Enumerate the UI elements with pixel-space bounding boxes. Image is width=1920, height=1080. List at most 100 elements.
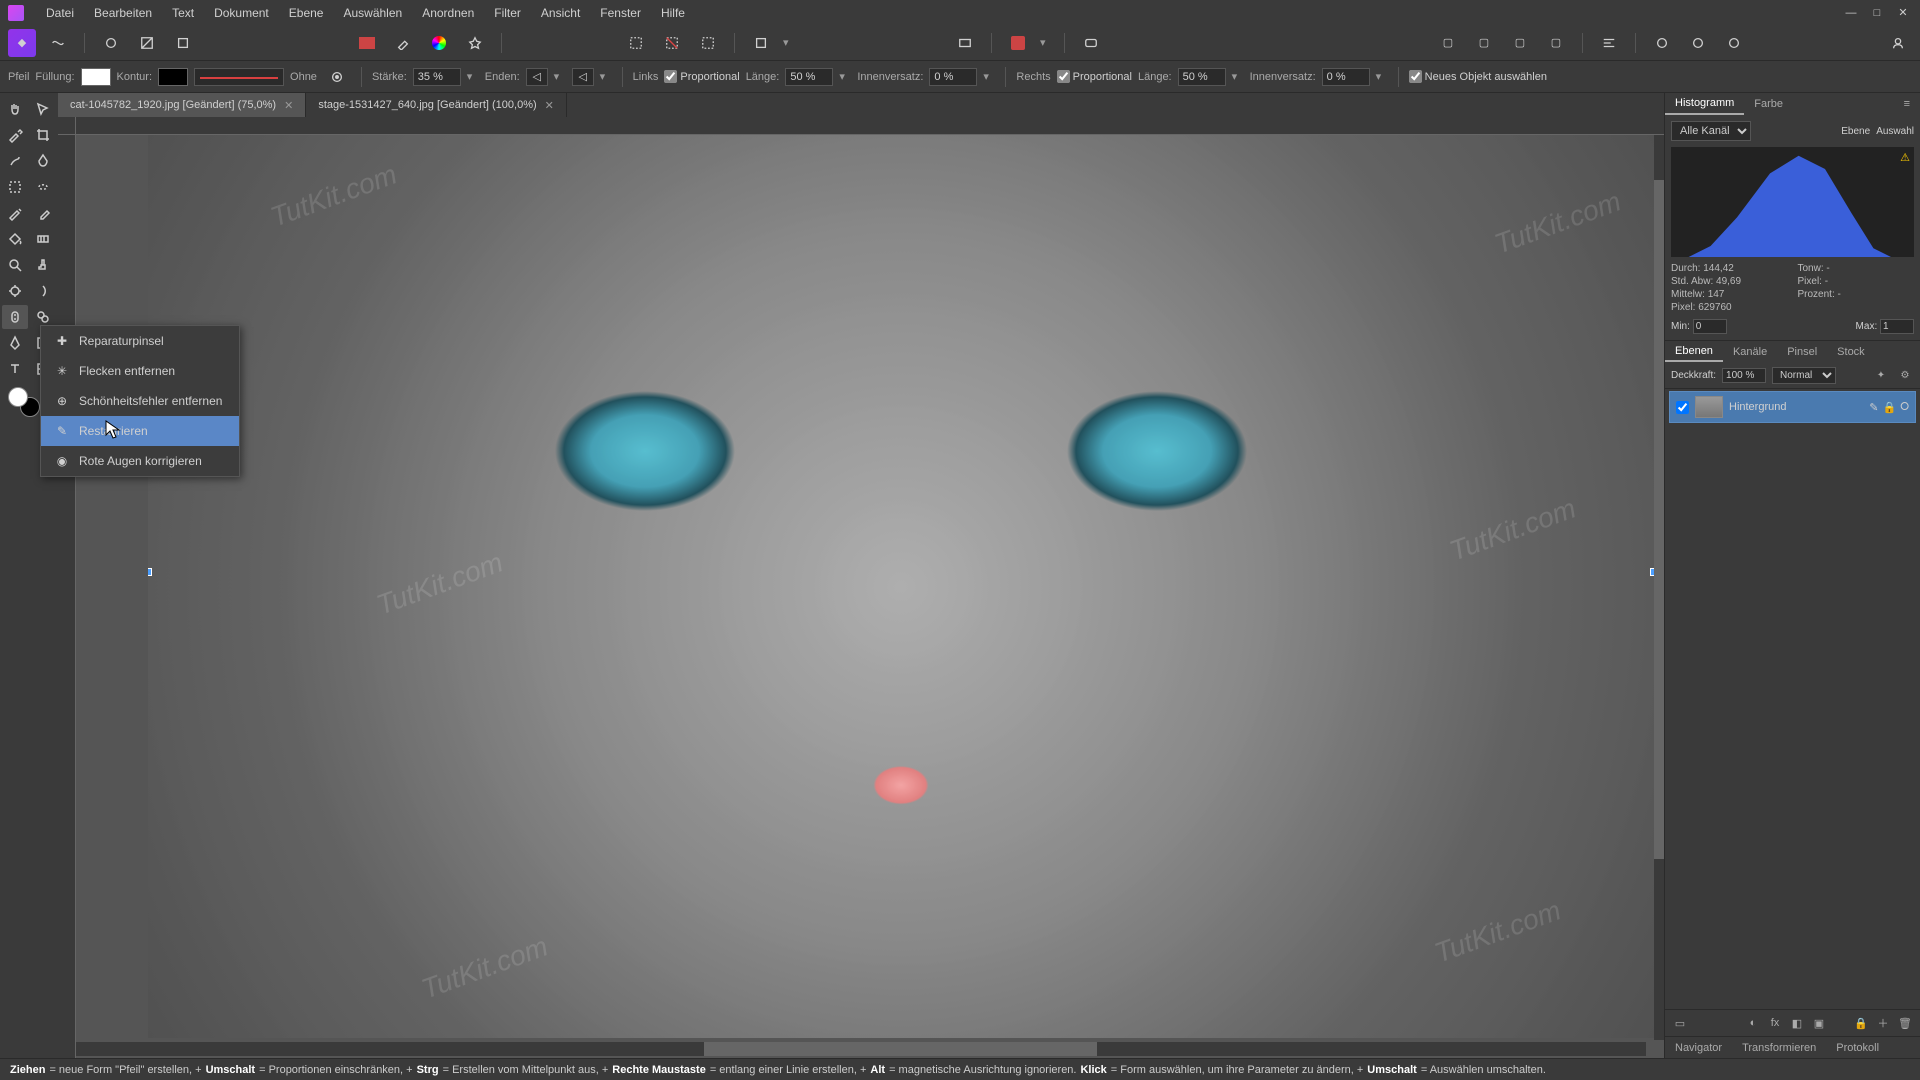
canvas[interactable]: TutKit.com TutKit.com TutKit.com TutKit.… (58, 117, 1664, 1058)
erase-icon[interactable] (30, 201, 56, 225)
crop-ratio-icon[interactable] (951, 29, 979, 57)
histogram-btn-auswahl[interactable]: Auswahl (1876, 126, 1914, 137)
inset-left-input[interactable] (929, 68, 977, 86)
end-style-right[interactable]: ◁ (572, 68, 594, 86)
snap-dropdown-icon[interactable]: ▾ (1040, 36, 1052, 49)
vertical-scrollbar-thumb[interactable] (1654, 180, 1664, 859)
length-right-input[interactable] (1178, 68, 1226, 86)
layer-fx2-icon[interactable]: fx (1766, 1014, 1784, 1032)
window-close-icon[interactable]: ✕ (1894, 4, 1912, 22)
stroke-swatch[interactable] (158, 68, 188, 86)
text-tool-icon[interactable] (2, 357, 28, 381)
arrange-b-icon[interactable]: ▢ (1470, 29, 1498, 57)
document-tab-2-close-icon[interactable]: ✕ (545, 99, 554, 112)
vertical-scrollbar[interactable] (1654, 135, 1664, 1040)
flyout-flecken-entfernen[interactable]: ✳Flecken entfernen (41, 356, 239, 386)
layer-visibility-check[interactable] (1676, 401, 1689, 414)
persona-photo-icon[interactable]: ◆ (8, 29, 36, 57)
account-icon[interactable] (1884, 29, 1912, 57)
quickmask-dropdown-icon[interactable]: ▾ (783, 36, 795, 49)
new-object-check[interactable]: Neues Objekt auswählen (1409, 70, 1547, 83)
histogram-btn-ebene[interactable]: Ebene (1841, 126, 1870, 137)
stroke-preview[interactable] (194, 68, 284, 86)
align-icon[interactable] (1595, 29, 1623, 57)
stamp-tool-icon[interactable] (30, 253, 56, 277)
layer-add-icon[interactable]: ＋ (1874, 1014, 1892, 1032)
layer-fx-icon[interactable]: ✦ (1872, 366, 1890, 384)
ruler-horizontal[interactable] (76, 117, 1664, 135)
snap-icon[interactable] (1004, 29, 1032, 57)
freehand-select-icon[interactable] (30, 175, 56, 199)
arrange-a-icon[interactable]: ▢ (1434, 29, 1462, 57)
export-persona-icon[interactable] (169, 29, 197, 57)
layer-thumbnail[interactable] (1695, 396, 1723, 418)
hist-min-input[interactable] (1693, 319, 1727, 334)
document-tab-1[interactable]: cat-1045782_1920.jpg [Geändert] (75,0%) … (58, 93, 306, 117)
foreground-color-swatch[interactable] (8, 387, 28, 407)
window-maximize-icon[interactable]: □ (1868, 4, 1886, 22)
menu-ansicht[interactable]: Ansicht (531, 6, 590, 20)
blend-mode-select[interactable]: Normal (1772, 367, 1836, 384)
layer-link-icon[interactable]: ⭘ (1900, 401, 1909, 414)
selection-handle-left[interactable] (148, 568, 152, 576)
tab-protokoll[interactable]: Protokoll (1826, 1037, 1889, 1058)
preview-icon[interactable] (1077, 29, 1105, 57)
tab-ebenen[interactable]: Ebenen (1665, 341, 1723, 362)
menu-anordnen[interactable]: Anordnen (412, 6, 484, 20)
length-left-input[interactable] (785, 68, 833, 86)
hand-tool-icon[interactable] (2, 97, 28, 121)
color-wheel-icon[interactable] (425, 29, 453, 57)
flyout-restaurieren[interactable]: ✎Restaurieren (41, 416, 239, 446)
selection-b-icon[interactable] (658, 29, 686, 57)
inset-right-input[interactable] (1322, 68, 1370, 86)
menu-hilfe[interactable]: Hilfe (651, 6, 695, 20)
layer-settings-icon[interactable]: ⚙ (1896, 366, 1914, 384)
horizontal-scrollbar-thumb[interactable] (704, 1042, 1097, 1056)
inset-right-dd-icon[interactable]: ▾ (1376, 70, 1388, 83)
persona-liquify-icon[interactable] (44, 29, 72, 57)
ruler-vertical[interactable] (58, 135, 76, 1058)
document-tab-1-close-icon[interactable]: ✕ (284, 99, 293, 112)
tone-map-icon[interactable] (133, 29, 161, 57)
zoom-tool-icon[interactable] (2, 253, 28, 277)
layer-lock-icon[interactable]: 🔒 (1882, 401, 1896, 414)
proportional-left-check[interactable]: Proportional (664, 70, 739, 83)
arrange-d-icon[interactable]: ▢ (1542, 29, 1570, 57)
menu-auswaehlen[interactable]: Auswählen (333, 6, 412, 20)
flyout-reparaturpinsel[interactable]: ✚Reparaturpinsel (41, 326, 239, 356)
arrange-c-icon[interactable]: ▢ (1506, 29, 1534, 57)
sync-a-icon[interactable] (1648, 29, 1676, 57)
fill-tool-icon[interactable] (2, 227, 28, 251)
tab-pinsel[interactable]: Pinsel (1777, 341, 1827, 362)
picker-icon[interactable] (389, 29, 417, 57)
menu-datei[interactable]: Datei (36, 6, 84, 20)
layer-lock2-icon[interactable]: 🔒 (1852, 1014, 1870, 1032)
proportional-right-check[interactable]: Proportional (1057, 70, 1132, 83)
tab-stock[interactable]: Stock (1827, 341, 1875, 362)
dodge-tool-icon[interactable] (2, 279, 28, 303)
swatch-fg-icon[interactable] (353, 29, 381, 57)
layer-row[interactable]: Hintergrund ✎ 🔒 ⭘ (1669, 391, 1916, 423)
inset-left-dd-icon[interactable]: ▾ (983, 70, 995, 83)
gradient-tool-icon[interactable] (30, 227, 56, 251)
menu-dokument[interactable]: Dokument (204, 6, 279, 20)
stroke-settings-icon[interactable] (323, 63, 351, 91)
menu-ebene[interactable]: Ebene (279, 6, 334, 20)
menu-fenster[interactable]: Fenster (590, 6, 651, 20)
tab-kanaele[interactable]: Kanäle (1723, 341, 1777, 362)
pen-tool-icon[interactable] (2, 331, 28, 355)
horizontal-scrollbar[interactable] (76, 1042, 1646, 1056)
flood-select-icon[interactable] (30, 149, 56, 173)
image-viewport[interactable]: TutKit.com TutKit.com TutKit.com TutKit.… (148, 135, 1654, 1038)
end-style-left[interactable]: ◁ (526, 68, 548, 86)
window-minimize-icon[interactable]: — (1842, 4, 1860, 22)
selection-brush-icon[interactable] (2, 149, 28, 173)
layer-group-icon[interactable]: ▣ (1810, 1014, 1828, 1032)
hist-max-input[interactable] (1880, 319, 1914, 334)
auto-color-icon[interactable] (461, 29, 489, 57)
length-right-dd-icon[interactable]: ▾ (1232, 70, 1244, 83)
sync-c-icon[interactable] (1720, 29, 1748, 57)
develop-icon[interactable] (97, 29, 125, 57)
flyout-schoenheitsfehler[interactable]: ⊕Schönheitsfehler entfernen (41, 386, 239, 416)
color-picker-tool-icon[interactable] (2, 123, 28, 147)
